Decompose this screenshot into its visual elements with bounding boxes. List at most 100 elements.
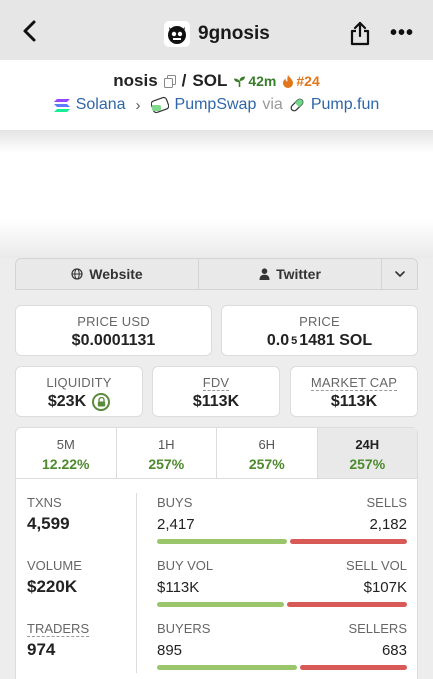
sells-label: SELLS [366,495,407,510]
tab-change: 12.22% [42,456,90,472]
website-label: Website [89,266,143,282]
buys-sells-bar [157,539,407,544]
pair-age: 42m [233,73,276,89]
market-cap-label[interactable]: MARKET CAP [310,375,398,391]
volume-stat: VOLUME $220K [27,558,127,597]
quote-token: SOL [192,71,228,90]
sells-value: 2,182 [369,516,407,533]
lock-icon[interactable] [92,393,111,411]
sellers-label: SELLERS [348,621,407,636]
tab-label: 5M [56,437,75,452]
liquidity-value: $23K [47,393,87,410]
sell-vol-bar [286,602,407,607]
volume-split-bar [157,602,407,607]
tab-1h[interactable]: 1H 257% [117,428,217,478]
top-nav-bar: 9gnosis ••• [0,0,433,60]
price-native-prefix: 0.0 [266,332,290,349]
buys-bar [157,539,287,544]
market-cap-card: MARKET CAP $113K [290,366,418,417]
chevron-right-icon: › [135,96,141,114]
txns-label: TXNS [27,495,62,510]
fdv-value: $113K [192,393,240,410]
buyers-value: 895 [157,642,183,659]
nav-title-group: 9gnosis [164,20,270,48]
nav-title: 9gnosis [198,23,270,44]
more-icon[interactable]: ••• [390,23,416,43]
website-button[interactable]: Website [16,259,199,289]
share-icon[interactable] [348,20,372,46]
buys-sells-row: BUYS SELLS 2,417 2,182 [157,495,407,544]
via-label: via [262,96,283,113]
sprout-icon [234,76,246,87]
liquidity-label: LIQUIDITY [46,375,112,390]
buyers-bar [157,665,298,670]
volume-split-row: BUY VOL SELL VOL $113K $107K [157,558,407,607]
price-native-card: PRICE 0.0 5 1481 SOL [221,305,418,356]
buy-vol-bar [157,602,284,607]
base-token: nosis [113,71,158,90]
sells-bar [289,539,407,544]
sell-vol-value: $107K [363,579,407,596]
tab-change: 257% [349,456,386,472]
sellers-value: 683 [381,642,407,659]
pumpswap-icon [150,96,169,114]
person-icon [259,268,270,280]
tab-label: 24H [355,437,380,452]
pair-header: nosis / SOL 42m #24 Solana › PumpSwap vi… [0,60,433,130]
trending-rank-value: #24 [296,73,320,89]
txns-stat: TXNS 4,599 [27,495,127,534]
tab-5m[interactable]: 5M 12.22% [16,428,117,478]
pair-age-value: 42m [248,73,277,89]
chevron-down-icon [394,271,405,277]
timeframe-tabs: 5M 12.22% 1H 257% 6H 257% 24H 257% [15,427,418,479]
traders-split-bar [157,665,407,670]
price-usd-value: $0.0001131 [71,332,156,349]
price-native-label: PRICE [299,314,340,329]
liquidity-card: LIQUIDITY $23K [15,366,143,417]
trending-rank[interactable]: #24 [282,73,320,89]
traders-value: 974 [27,640,56,659]
flame-icon [283,75,294,88]
tab-24h[interactable]: 24H 257% [317,428,417,478]
twitter-button[interactable]: Twitter [199,259,382,289]
tab-label: 1H [157,437,175,452]
price-native-zeros: 5 [291,335,298,347]
market-cap-value: $113K [330,393,378,410]
buy-vol-value: $113K [157,579,200,596]
traders-label[interactable]: TRADERS [27,621,90,637]
fdv-label[interactable]: FDV [202,375,230,391]
price-usd-label: PRICE USD [77,314,150,329]
more-links-button[interactable] [382,259,417,289]
sellers-bar [300,665,407,670]
solana-icon [53,98,70,112]
stats-divider [136,493,137,673]
sell-vol-label: SELL VOL [346,558,407,573]
launchpad-link[interactable]: Pump.fun [311,96,379,114]
chain-link[interactable]: Solana [76,96,126,114]
pair-line: nosis / SOL 42m #24 [0,71,433,91]
twitter-label: Twitter [276,266,321,282]
traders-stat: TRADERS 974 [27,621,127,660]
dex-link[interactable]: PumpSwap [175,96,257,114]
tab-6h[interactable]: 6H 257% [217,428,318,478]
price-usd-card: PRICE USD $0.0001131 [15,305,212,356]
pair-separator: / [181,71,187,90]
price-native-digits: 1481 SOL [299,332,373,349]
token-banner [0,130,433,258]
buyers-label: BUYERS [157,621,211,636]
tab-change: 257% [148,456,185,472]
fdv-card: FDV $113K [152,366,280,417]
volume-value: $220K [27,577,78,596]
volume-label: VOLUME [27,558,82,573]
avatar-logo [164,21,190,47]
buys-value: 2,417 [157,516,195,533]
trade-stats-panel: TXNS 4,599 VOLUME $220K TRADERS 974 BUYS… [15,479,418,679]
back-arrow-icon[interactable] [18,18,44,44]
traders-split-row: BUYERS SELLERS 895 683 [157,621,407,670]
copy-icon[interactable] [163,74,176,88]
buy-vol-label: BUY VOL [157,558,214,573]
tab-label: 6H [258,437,276,452]
buys-label: BUYS [157,495,193,510]
txns-value: 4,599 [27,514,70,533]
tab-change: 257% [248,456,285,472]
